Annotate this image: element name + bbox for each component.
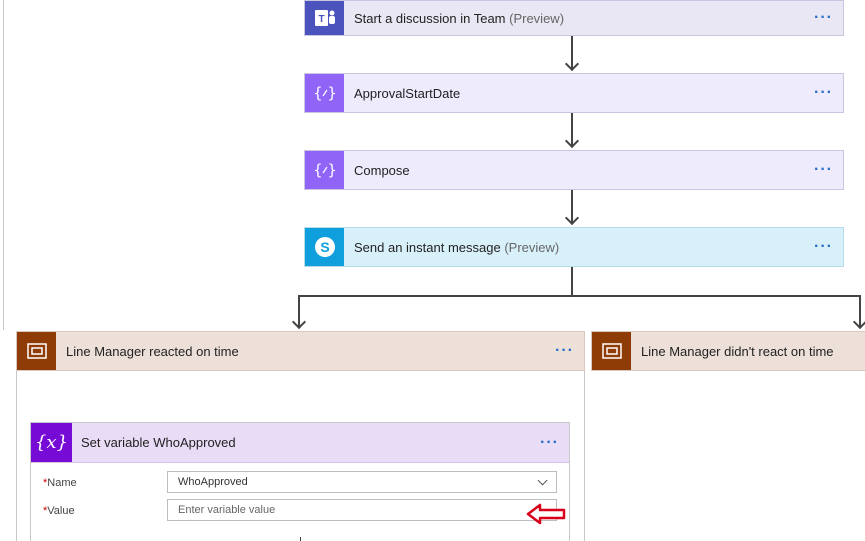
teams-icon: T [305,1,344,35]
canvas-left-border [3,0,4,330]
step-approval-start-date[interactable]: { } ApprovalStartDate ··· [304,73,844,113]
connector-arrow-icon [564,56,580,72]
more-options-icon[interactable]: ··· [814,162,843,178]
branch-title: Line Manager reacted on time [66,343,239,359]
branch-reacted-on-time[interactable]: Line Manager reacted on time ··· [16,331,585,371]
step-compose[interactable]: { } Compose ··· [304,150,844,190]
svg-text:S: S [320,239,329,255]
connector-arrow-icon [564,210,580,226]
more-options-icon[interactable]: ··· [814,239,843,255]
branch-split-line [298,295,861,297]
set-variable-header[interactable]: {x} Set variable WhoApproved ··· [31,423,569,463]
name-field-label: *Name [43,477,77,489]
branch-title: Line Manager didn't react on time [641,343,834,359]
name-dropdown[interactable]: WhoApproved [167,471,557,493]
variable-icon: {x} [31,423,72,462]
compose-icon: { } [305,151,344,189]
scope-icon [592,332,631,370]
step-set-variable: {x} Set variable WhoApproved ··· *Name W… [30,422,570,541]
scope-icon [17,332,56,370]
more-options-icon[interactable]: ··· [814,85,843,101]
step-title: Set variable WhoApproved [81,435,236,450]
value-field-label: *Value [43,505,75,517]
connector-arrow-icon [291,314,307,330]
more-options-icon[interactable]: ··· [540,434,569,452]
skype-icon: S [305,228,344,266]
step-title: Send an instant message (Preview) [354,239,560,255]
step-title: Start a discussion in Team (Preview) [354,10,565,26]
step-title: ApprovalStartDate [354,85,461,101]
value-placeholder: Enter variable value [178,504,276,516]
connector-arrow-icon [564,133,580,149]
chevron-down-icon [537,475,548,486]
connector-arrow-icon [852,314,865,330]
step-start-discussion-team[interactable]: T Start a discussion in Team (Preview) ·… [304,0,844,36]
compose-icon: { } [305,74,344,112]
step-send-instant-message[interactable]: S Send an instant message (Preview) ··· [304,227,844,267]
step-title: Compose [354,162,410,178]
connector-line [571,267,573,296]
connector-line [300,537,301,541]
more-options-icon[interactable]: ··· [814,10,843,26]
name-value: WhoApproved [178,476,248,488]
svg-text:T: T [318,14,324,25]
value-input[interactable]: Enter variable value [167,499,557,521]
branch-didnt-react-on-time[interactable]: Line Manager didn't react on time [591,331,865,371]
annotation-arrow-icon [526,503,566,525]
more-options-icon[interactable]: ··· [555,342,584,360]
